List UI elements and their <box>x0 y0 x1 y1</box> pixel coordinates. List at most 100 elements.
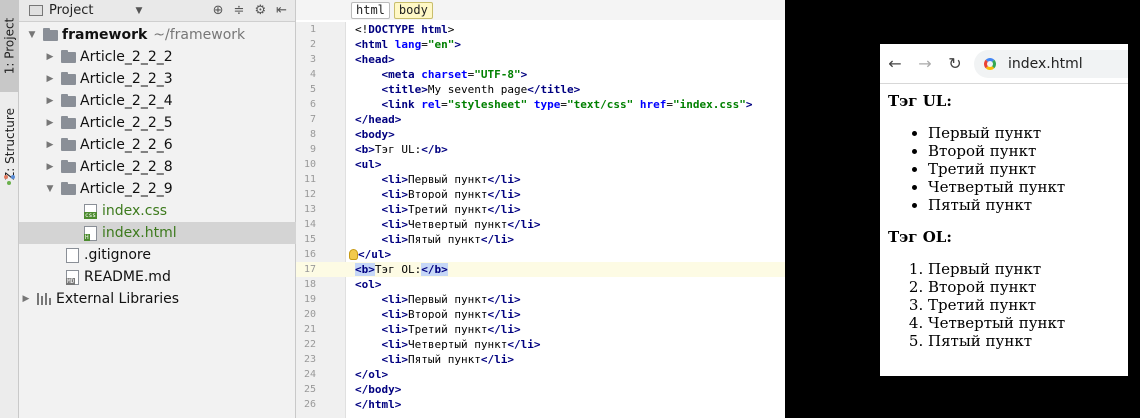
code-line[interactable]: 13 <li>Третий пункт</li> <box>296 202 785 217</box>
code-text: <body> <box>355 128 395 141</box>
line-number: 1 <box>309 24 316 35</box>
code-line[interactable]: 23 <li>Пятый пункт</li> <box>296 352 785 367</box>
code-line[interactable]: 21 <li>Третий пункт</li> <box>296 322 785 337</box>
project-icon <box>29 5 43 16</box>
code-text: <li>Третий пункт</li> <box>381 203 521 216</box>
gear-icon[interactable]: ⚙ <box>254 3 266 18</box>
arrow-right-icon[interactable]: → <box>910 54 940 73</box>
code-line[interactable]: 14 <li>Четвертый пункт</li> <box>296 217 785 232</box>
chevron-down-icon[interactable]: ▼ <box>25 30 39 40</box>
code-line[interactable]: 17 <b>Тэг OL:</b> <box>296 262 785 277</box>
code-line[interactable]: 5 <title>My seventh page</title> <box>296 82 785 97</box>
code-line[interactable]: 1 <!DOCTYPE html> <box>296 22 785 37</box>
locate-icon[interactable]: ⊕ <box>213 3 224 18</box>
line-number: 9 <box>309 144 316 155</box>
code-line[interactable]: 6 <link rel="stylesheet" type="text/css"… <box>296 97 785 112</box>
code-text: <ol> <box>355 278 382 291</box>
code-line[interactable]: 16 </ul> <box>296 247 785 262</box>
chevron-right-icon[interactable]: ▶ <box>43 74 57 84</box>
chevron-right-icon[interactable]: ▶ <box>19 294 33 304</box>
project-panel-header: Project ▼ ⊕ ≑ ⚙ ⇤ <box>19 0 295 22</box>
code-line[interactable]: 4 <meta charset="UTF-8"> <box>296 67 785 82</box>
tree-item[interactable]: ▶ Article_2_2_5 <box>19 112 296 134</box>
tree-item[interactable]: css index.css <box>19 200 296 222</box>
line-number: 22 <box>303 339 316 350</box>
google-icon <box>984 57 996 70</box>
line-number: 20 <box>303 309 316 320</box>
tree-item[interactable]: ▶ Article_2_2_8 <box>19 156 296 178</box>
chevron-right-icon[interactable]: ▶ <box>43 96 57 106</box>
hide-icon[interactable]: ⇤ <box>276 3 287 18</box>
project-tool-tab-label: 1: Project <box>2 17 17 75</box>
ul-heading: Тэг UL: <box>888 92 952 110</box>
breadcrumb-item-html[interactable]: html <box>351 1 390 19</box>
folder-icon <box>43 27 58 41</box>
line-number: 23 <box>303 354 316 365</box>
code-line[interactable]: 3 <head> <box>296 52 785 67</box>
tree-item[interactable]: ▶ Article_2_2_3 <box>19 68 296 90</box>
breadcrumb-item-body[interactable]: body <box>393 1 433 19</box>
code-text: <li>Третий пункт</li> <box>381 323 521 336</box>
tree-item-label: Article_2_2_8 <box>80 159 173 175</box>
tree-item[interactable]: ▶ Article_2_2_2 <box>19 46 296 68</box>
line-number: 3 <box>309 54 316 65</box>
folder-icon <box>61 93 76 107</box>
line-number: 19 <box>303 294 316 305</box>
lightbulb-icon[interactable] <box>349 249 358 260</box>
tree-item[interactable]: ▶ Article_2_2_6 <box>19 134 296 156</box>
folder-icon <box>61 137 76 151</box>
chevron-right-icon[interactable]: ▶ <box>43 118 57 128</box>
line-number: 18 <box>303 279 316 290</box>
code-line[interactable]: 15 <li>Пятый пункт</li> <box>296 232 785 247</box>
code-line[interactable]: 25 </body> <box>296 382 785 397</box>
list-item: Пятый пункт <box>928 332 1120 350</box>
folder-icon <box>61 115 76 129</box>
tree-item[interactable]: ▶ External Libraries <box>19 288 296 310</box>
tree-item-label: index.css <box>102 203 168 219</box>
line-number: 5 <box>309 84 316 95</box>
code-line[interactable]: 2 <html lang="en"> <box>296 37 785 52</box>
tree-item[interactable]: MD README.md <box>19 266 296 288</box>
reload-icon[interactable]: ↻ <box>940 54 970 73</box>
project-panel: Project ▼ ⊕ ≑ ⚙ ⇤ ▼ framework ~/framework ▶… <box>19 0 296 418</box>
code-line[interactable]: 22 <li>Четвертый пункт</li> <box>296 337 785 352</box>
code-text: <!DOCTYPE html> <box>355 23 455 36</box>
tree-item-label: Article_2_2_5 <box>80 115 173 131</box>
code-line[interactable]: 9 <b>Тэг UL:</b> <box>296 142 785 157</box>
code-line[interactable]: 26 </html> <box>296 397 785 412</box>
chevron-down-icon[interactable]: ▼ <box>43 184 57 194</box>
project-tool-tab[interactable]: 1: Project <box>0 0 19 92</box>
chevron-right-icon[interactable]: ▶ <box>43 140 57 150</box>
chevron-right-icon[interactable]: ▶ <box>43 162 57 172</box>
code-line[interactable]: 20 <li>Второй пункт</li> <box>296 307 785 322</box>
tree-item[interactable]: ▼ framework ~/framework <box>19 24 296 46</box>
browser-toolbar: ← → ↻ index.html <box>880 44 1128 84</box>
rendered-page: Тэг UL: Первый пунктВторой пунктТретий п… <box>880 84 1128 350</box>
line-number: 4 <box>309 69 316 80</box>
code-line[interactable]: 7 </head> <box>296 112 785 127</box>
browser-window: ← → ↻ index.html Тэг UL: Первый пунктВто… <box>880 44 1128 376</box>
tree-item[interactable]: Hindex.html <box>19 222 296 244</box>
arrow-left-icon[interactable]: ← <box>880 54 910 73</box>
tree-item[interactable]: ▶ Article_2_2_4 <box>19 90 296 112</box>
tree-item-label: framework <box>62 27 148 43</box>
ol-heading: Тэг OL: <box>888 228 952 246</box>
file-icon <box>66 247 79 263</box>
tool-window-strip: 1: Project Z: Structure <box>0 0 19 418</box>
address-bar[interactable]: index.html <box>974 49 1128 78</box>
code-line[interactable]: 11 <li>Первый пункт</li> <box>296 172 785 187</box>
tree-item[interactable]: .gitignore <box>19 244 296 266</box>
code-editor[interactable]: html body 1 <!DOCTYPE html> 2 <html lang="e… <box>296 0 785 418</box>
collapse-all-icon[interactable]: ≑ <box>234 3 245 18</box>
code-line[interactable]: 19 <li>Первый пункт</li> <box>296 292 785 307</box>
chevron-right-icon[interactable]: ▶ <box>43 52 57 62</box>
code-line[interactable]: 12 <li>Второй пункт</li> <box>296 187 785 202</box>
tree-item[interactable]: ▼ Article_2_2_9 <box>19 178 296 200</box>
code-text: </head> <box>355 113 402 126</box>
code-line[interactable]: 10 <ul> <box>296 157 785 172</box>
chevron-down-icon[interactable]: ▼ <box>135 6 142 16</box>
code-line[interactable]: 18 <ol> <box>296 277 785 292</box>
code-line[interactable]: 8 <body> <box>296 127 785 142</box>
code-line[interactable]: 24 </ol> <box>296 367 785 382</box>
code-text: <li>Первый пункт</li> <box>381 293 521 306</box>
